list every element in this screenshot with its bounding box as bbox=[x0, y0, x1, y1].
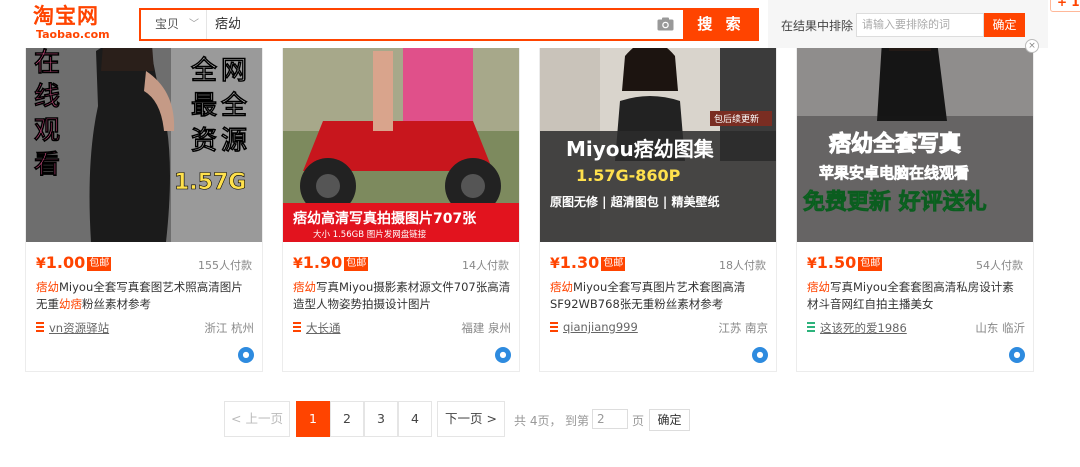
image-text: 资 bbox=[191, 126, 217, 156]
image-text: 观 bbox=[34, 116, 60, 146]
corner-plus-badge[interactable]: + 1 bbox=[1050, 0, 1080, 12]
product-card[interactable]: 机 在 线 观 看 痞幼 全 网 最 全 资 源 1.57G ¥1.00包邮 1… bbox=[25, 10, 263, 372]
free-shipping-badge: 包邮 bbox=[87, 257, 112, 271]
pagination: < 上一页 1 2 3 4 下一页 > 共 4页， 到第 2 页 确定 bbox=[0, 401, 1080, 437]
price: ¥1.90 bbox=[293, 253, 343, 272]
shop-row: 这该死的爱1986 山东 临沂 bbox=[807, 320, 1025, 336]
product-title[interactable]: 痞幼写真Miyou全套套图高清私房设计素材斗音网红自拍主播美女 bbox=[807, 279, 1025, 315]
logo-text-cn: 淘宝网 bbox=[33, 4, 99, 28]
product-card[interactable]: 痞幼高清写真拍摄图片707张 大小 1.56GB 图片发网盘链接 ¥1.90 包邮… bbox=[282, 10, 520, 372]
goto-page-input[interactable]: 2 bbox=[592, 409, 628, 429]
chevron-down-icon: ﹀ bbox=[189, 19, 199, 30]
free-shipping-badge: 包邮 bbox=[601, 257, 626, 271]
exclude-label: 在结果中排除 bbox=[781, 19, 854, 33]
shop-icon bbox=[293, 322, 301, 332]
wangwang-chat-icon[interactable]: ● bbox=[752, 347, 768, 363]
logo-text-en: Taobao.com bbox=[36, 28, 110, 41]
image-text: 源 bbox=[221, 126, 247, 156]
shop-icon bbox=[807, 322, 815, 332]
shop-icon bbox=[36, 322, 44, 332]
exclude-confirm-button[interactable]: 确定 bbox=[984, 13, 1025, 37]
shop-icon bbox=[550, 322, 558, 332]
prev-page-button[interactable]: < 上一页 bbox=[224, 401, 290, 437]
image-text: 免费更新 好评送礼 bbox=[803, 189, 987, 215]
image-text: Miyou痞幼图集 bbox=[566, 137, 715, 161]
price: ¥1.00 bbox=[36, 253, 86, 272]
product-title[interactable]: 痞幼Miyou全套写真图片艺术套图高清SF92WB768张无重粉丝素材参考 bbox=[550, 279, 768, 315]
price: ¥1.50 bbox=[807, 253, 857, 272]
product-title[interactable]: 痞幼写真Miyou摄影素材源文件707张高清造型人物姿势拍摄设计图片 bbox=[293, 279, 511, 315]
search-input[interactable]: 痞幼 bbox=[215, 10, 645, 39]
image-text: 包后续更新 bbox=[714, 113, 759, 125]
image-text: 1.57G bbox=[174, 170, 246, 195]
wangwang-chat-icon[interactable]: ● bbox=[238, 347, 254, 363]
image-text: 痞幼高清写真拍摄图片707张 bbox=[293, 210, 477, 227]
wangwang-chat-icon[interactable]: ● bbox=[495, 347, 511, 363]
price-row: ¥1.00 包邮 155人付款 bbox=[36, 253, 252, 273]
image-text: 原图无修 | 超清图包 | 精美壁纸 bbox=[550, 194, 719, 209]
camera-icon[interactable] bbox=[657, 17, 674, 31]
search-category-select[interactable]: 宝贝 ﹀ bbox=[141, 10, 207, 39]
paid-count: 18人付款 bbox=[719, 259, 766, 272]
exclude-panel: 在结果中排除 请输入要排除的词 确定 bbox=[768, 0, 1048, 48]
image-text: 痞幼全套写真 bbox=[829, 131, 961, 157]
image-text: 大小 1.56GB 图片发网盘链接 bbox=[313, 229, 427, 240]
product-title[interactable]: 痞幼Miyou全套写真套图艺术照高清图片无重幼痞粉丝素材参考 bbox=[36, 279, 254, 315]
image-text: 网 bbox=[221, 56, 247, 86]
paid-count: 54人付款 bbox=[976, 259, 1023, 272]
shop-name[interactable]: 大长通 bbox=[306, 320, 341, 336]
page-1-button[interactable]: 1 bbox=[296, 401, 330, 437]
goto-confirm-button[interactable]: 确定 bbox=[649, 409, 690, 431]
top-search-bar: 淘宝网 Taobao.com 宝贝 ﹀ 痞幼 搜 索 在结果中排除 请输入要排除… bbox=[0, 0, 1080, 48]
paid-count: 14人付款 bbox=[462, 259, 509, 272]
price-row: ¥1.50 包邮 54人付款 bbox=[807, 253, 1023, 273]
image-text: 1.57G-860P bbox=[576, 166, 681, 185]
page-4-button[interactable]: 4 bbox=[398, 401, 432, 437]
product-card[interactable]: 痞幼全套写真 苹果安卓电脑在线观看 免费更新 好评送礼 ¥1.50 包邮 54人付… bbox=[796, 10, 1034, 372]
location: 江苏 南京 bbox=[718, 321, 768, 335]
image-text: 看 bbox=[34, 150, 60, 180]
location: 山东 临沂 bbox=[975, 321, 1025, 335]
shop-name[interactable]: qianjiang999 bbox=[563, 320, 638, 334]
close-icon[interactable]: × bbox=[1025, 39, 1039, 53]
page-unit-label: 页 bbox=[632, 414, 645, 428]
image-text: 最 bbox=[191, 91, 218, 121]
image-text: 苹果安卓电脑在线观看 bbox=[819, 164, 969, 182]
price-row: ¥1.30 包邮 18人付款 bbox=[550, 253, 766, 273]
page-3-button[interactable]: 3 bbox=[364, 401, 398, 437]
search-box: 宝贝 ﹀ 痞幼 搜 索 bbox=[139, 8, 759, 41]
price: ¥1.30 bbox=[550, 253, 600, 272]
taobao-logo[interactable]: 淘宝网 Taobao.com bbox=[33, 4, 123, 44]
total-pages-text: 共 4页， bbox=[514, 414, 562, 428]
exclude-input[interactable]: 请输入要排除的词 bbox=[856, 13, 984, 37]
image-text: 全 bbox=[190, 55, 218, 86]
product-card[interactable]: 包后续更新 Miyou痞幼图集 1.57G-860P 原图无修 | 超清图包 |… bbox=[539, 10, 777, 372]
next-page-button[interactable]: 下一页 > bbox=[437, 401, 505, 437]
shop-name[interactable]: vn资源驿站 bbox=[49, 320, 109, 336]
goto-label: 到第 bbox=[565, 414, 590, 428]
search-button[interactable]: 搜 索 bbox=[683, 8, 759, 41]
image-text: 线 bbox=[34, 82, 60, 112]
image-text: 在 bbox=[34, 48, 60, 78]
location: 浙江 杭州 bbox=[204, 321, 254, 335]
shop-row: qianjiang999 江苏 南京 bbox=[550, 320, 768, 336]
wangwang-chat-icon[interactable]: ● bbox=[1009, 347, 1025, 363]
price-row: ¥1.90 包邮 14人付款 bbox=[293, 253, 509, 273]
search-category-label: 宝贝 bbox=[155, 17, 180, 31]
shop-row: 大长通 福建 泉州 bbox=[293, 320, 511, 336]
shop-name[interactable]: 这该死的爱1986 bbox=[820, 320, 907, 336]
free-shipping-badge: 包邮 bbox=[344, 257, 369, 271]
shop-row: vn资源驿站 浙江 杭州 bbox=[36, 320, 254, 336]
location: 福建 泉州 bbox=[461, 321, 511, 335]
free-shipping-badge: 包邮 bbox=[858, 257, 883, 271]
image-text: 全 bbox=[220, 90, 248, 121]
page-2-button[interactable]: 2 bbox=[330, 401, 364, 437]
paid-count: 155人付款 bbox=[198, 259, 252, 272]
